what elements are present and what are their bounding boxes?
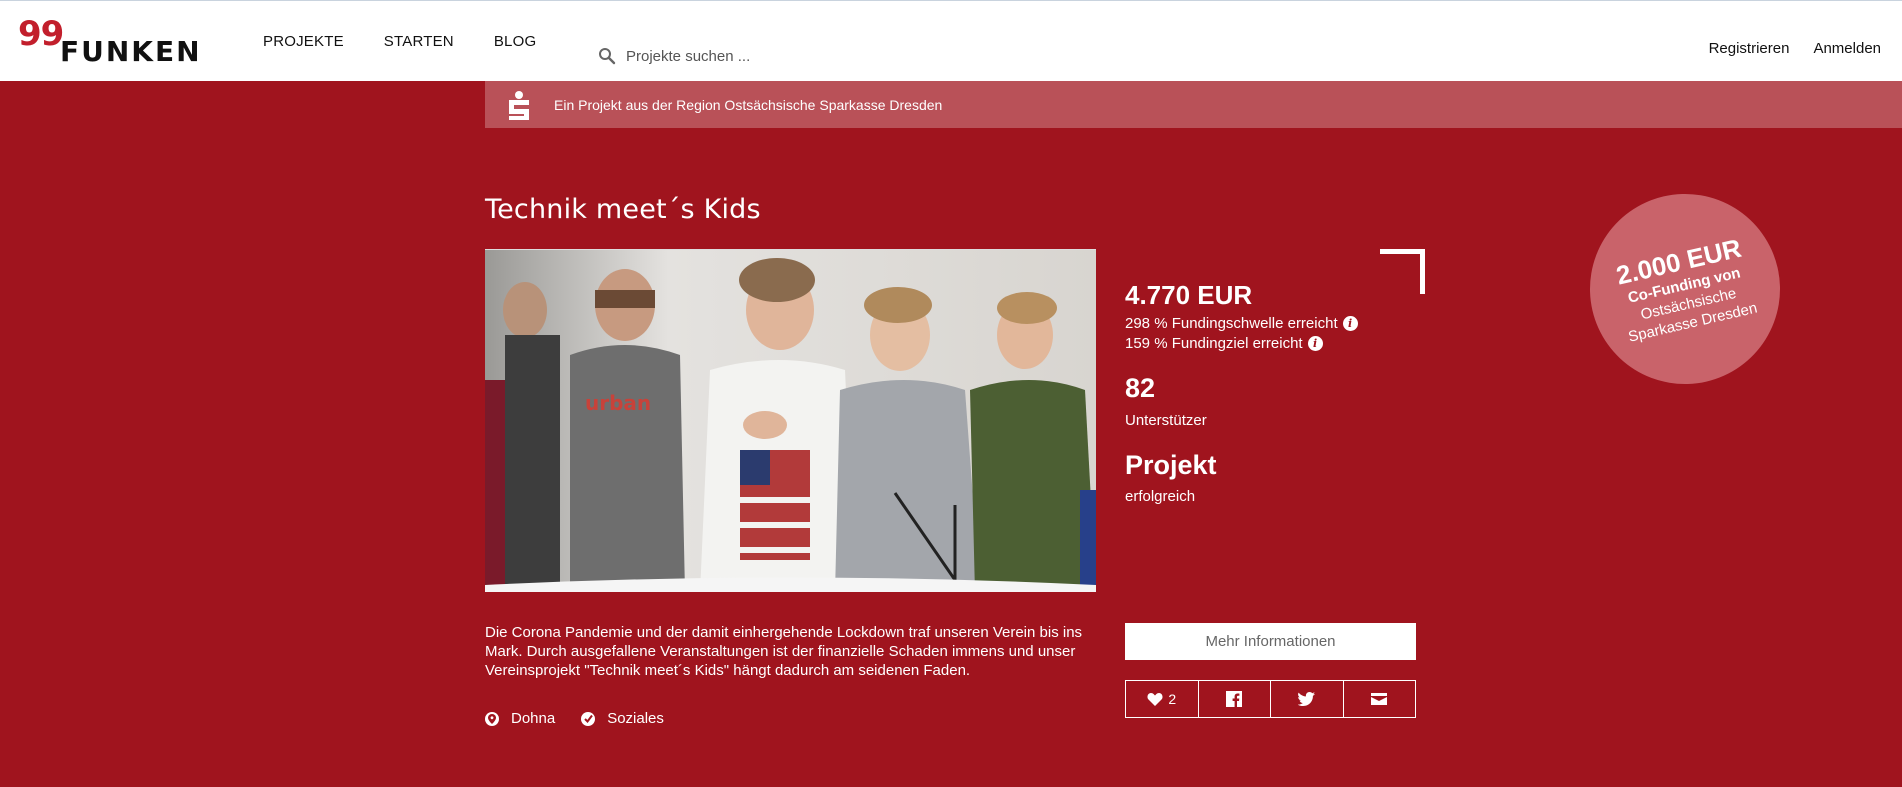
funding-amount: 4.770 EUR <box>1125 280 1253 310</box>
facebook-icon <box>1226 691 1243 707</box>
funding-threshold: 298 % Fundingschwelle erreicht i <box>1125 315 1358 332</box>
location-text: Dohna <box>511 710 556 727</box>
supporters-count: 82 <box>1125 373 1156 403</box>
project-photo-illustration: urban <box>485 250 1096 592</box>
info-icon[interactable]: i <box>1342 316 1358 331</box>
location-tag[interactable]: Dohna <box>485 710 555 727</box>
check-icon <box>581 711 596 726</box>
more-info-button[interactable]: Mehr Informationen <box>1125 623 1416 660</box>
like-count: 2 <box>1168 691 1177 707</box>
status-title: Projekt <box>1125 450 1217 480</box>
funding-goal-text: 159 % Fundingziel erreicht <box>1125 335 1303 352</box>
mail-share-button[interactable] <box>1342 681 1416 717</box>
like-button[interactable]: 2 <box>1126 681 1198 717</box>
nav-item-starten[interactable]: STARTEN <box>384 33 454 50</box>
facebook-share-button[interactable] <box>1197 681 1271 717</box>
logo-number: 99 <box>18 14 64 54</box>
status-label: erfolgreich <box>1125 488 1196 505</box>
site-logo[interactable]: 99 FUNKEN <box>18 14 200 67</box>
twitter-icon <box>1298 692 1316 706</box>
project-tags: Dohna Soziales <box>485 710 690 727</box>
search-icon[interactable] <box>598 47 616 65</box>
login-link[interactable]: Anmelden <box>1813 40 1881 57</box>
funding-goal: 159 % Fundingziel erreicht i <box>1125 335 1323 352</box>
info-icon[interactable]: i <box>1307 336 1323 351</box>
project-title: Technik meet´s Kids <box>485 194 761 225</box>
register-link[interactable]: Registrieren <box>1709 40 1790 57</box>
corner-marker <box>1380 249 1425 294</box>
heart-icon <box>1147 693 1163 706</box>
sparkasse-logo-icon <box>509 90 529 120</box>
search-input[interactable] <box>626 47 886 65</box>
region-banner: Ein Projekt aus der Region Ostsächsische… <box>485 81 1902 128</box>
main-nav: PROJEKTE STARTEN BLOG <box>263 1 576 82</box>
nav-item-blog[interactable]: BLOG <box>494 33 536 50</box>
nav-item-projekte[interactable]: PROJEKTE <box>263 33 344 50</box>
project-description: Die Corona Pandemie und der damit einher… <box>485 624 1083 679</box>
auth-links: Registrieren Anmelden <box>1685 1 1881 82</box>
mail-icon <box>1371 693 1388 705</box>
supporters-label: Unterstützer <box>1125 412 1207 429</box>
category-text: Soziales <box>607 710 664 727</box>
svg-text:urban: urban <box>585 391 651 415</box>
logo-word: FUNKEN <box>60 35 202 68</box>
project-image: urban <box>485 249 1096 592</box>
search-box <box>598 47 886 65</box>
cofunding-badge: 2.000 EUR Co-Funding von Ostsächsische S… <box>1571 175 1799 403</box>
region-text: Ein Projekt aus der Region Ostsächsische… <box>554 96 943 113</box>
share-bar: 2 <box>1125 680 1416 718</box>
twitter-share-button[interactable] <box>1270 681 1343 717</box>
map-pin-icon <box>485 711 499 726</box>
category-tag[interactable]: Soziales <box>581 710 664 727</box>
site-header: 99 FUNKEN PROJEKTE STARTEN BLOG Registri… <box>0 0 1902 81</box>
funding-threshold-text: 298 % Fundingschwelle erreicht <box>1125 315 1338 332</box>
